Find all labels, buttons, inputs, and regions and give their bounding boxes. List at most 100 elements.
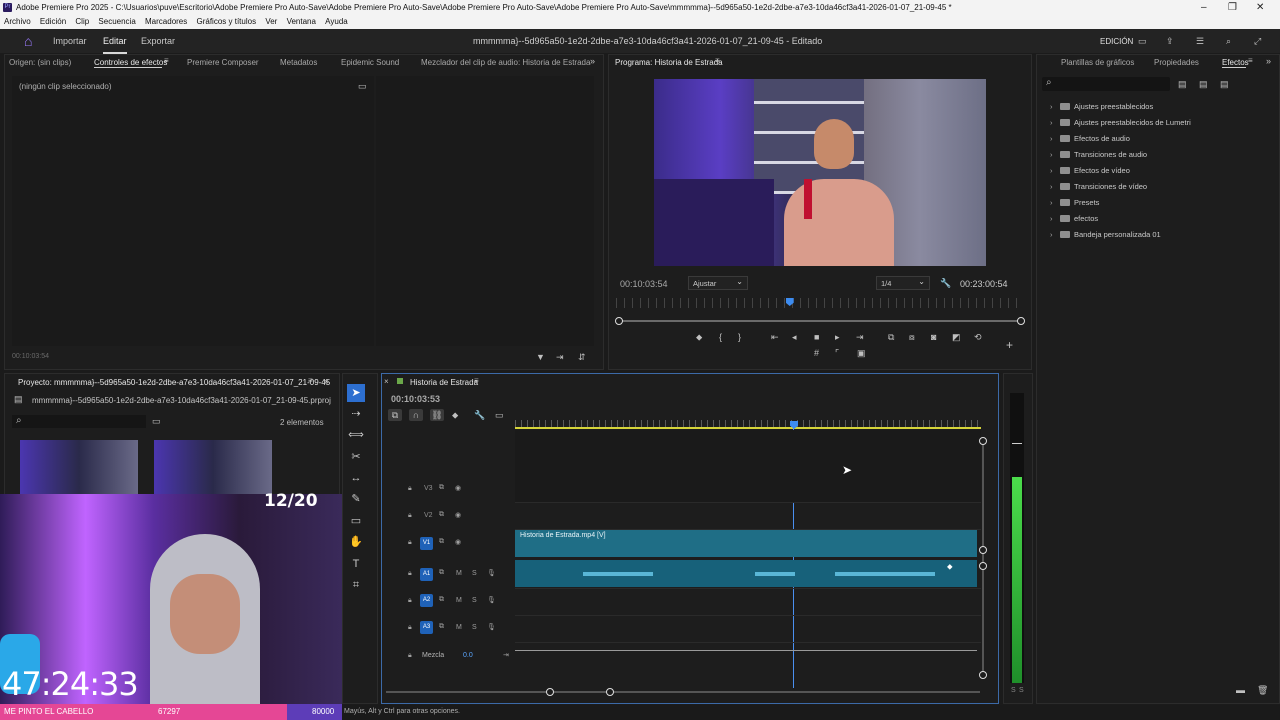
tab-origen[interactable]: Origen: (sin clips)	[9, 58, 71, 67]
home-icon[interactable]: ⌂	[24, 33, 32, 49]
share-icon[interactable]: ⇪	[1166, 35, 1174, 47]
effects-menu-icon[interactable]: ≡	[1248, 55, 1253, 67]
fullscreen-icon[interactable]: ⤢	[1254, 35, 1261, 47]
selection-tool-icon[interactable]: ➤	[347, 384, 365, 402]
snap-icon[interactable]: ∩	[409, 409, 423, 421]
rectangle-tool-icon[interactable]: ▭	[347, 512, 365, 530]
effects-folder-item[interactable]: › efectos	[1050, 214, 1098, 223]
step-back-icon[interactable]: ◂	[792, 331, 797, 343]
tab-exportar[interactable]: Exportar	[141, 36, 175, 46]
minimize-icon[interactable]: –	[1201, 0, 1207, 15]
scroll-handle-top[interactable]	[979, 437, 987, 445]
lock-icon[interactable]: 🔒︎	[408, 597, 412, 605]
hscroll-handle-right[interactable]	[606, 688, 614, 696]
loop-icon[interactable]: ⟲	[974, 331, 982, 343]
slip-tool-icon[interactable]: ↔	[347, 469, 365, 487]
solo-button[interactable]: S	[472, 624, 477, 631]
chevron-right-icon[interactable]: ›	[1050, 182, 1060, 191]
timeline-menu-icon[interactable]: ≡	[474, 375, 479, 387]
mute-button[interactable]: M	[456, 597, 462, 604]
go-to-end-icon[interactable]: ⇥	[503, 651, 509, 659]
tab-epidemic-sound[interactable]: Epidemic Sound	[341, 58, 399, 67]
tab-efectos[interactable]: Efectos	[1222, 58, 1249, 67]
eye-icon[interactable]: ◉	[455, 484, 461, 492]
scroll-handle-bottom[interactable]	[979, 671, 987, 679]
meter-solo-left[interactable]: S	[1011, 687, 1016, 694]
camera-icon[interactable]: ◙	[931, 331, 936, 343]
tab-propiedades[interactable]: Propiedades	[1154, 58, 1199, 67]
new-bin-icon[interactable]: ▭	[152, 415, 161, 427]
sync-icon[interactable]: ⧉	[439, 569, 444, 577]
menu-marcadores[interactable]: Marcadores	[145, 17, 187, 26]
marker-icon[interactable]: ⬥	[696, 331, 702, 343]
project-search-input[interactable]: ⌕	[12, 415, 146, 428]
maximize-icon[interactable]: ❐	[1228, 0, 1237, 15]
tab-premiere-composer[interactable]: Premiere Composer	[187, 58, 259, 67]
crop-icon[interactable]: ⌜	[835, 347, 839, 359]
menu-ayuda[interactable]: Ayuda	[325, 17, 348, 26]
progress-icon[interactable]: ☰	[1196, 35, 1204, 47]
video-tracks-area[interactable]	[515, 430, 981, 502]
panel-toggle-icon[interactable]: ▭	[358, 80, 367, 92]
program-menu-icon[interactable]: ≡	[715, 55, 720, 67]
eye-icon[interactable]: ◉	[455, 538, 461, 546]
track-label-v3[interactable]: V3	[424, 485, 433, 492]
track-select-tool-icon[interactable]: ⇢	[347, 405, 365, 423]
microphone-icon[interactable]: 🎙︎	[487, 596, 496, 604]
lock-icon[interactable]: 🔒︎	[408, 652, 412, 660]
pen-tool-icon[interactable]: ✎	[347, 490, 365, 508]
tab-importar[interactable]: Importar	[53, 36, 87, 46]
hand-tool-icon[interactable]: ✋	[347, 533, 365, 551]
sync-icon[interactable]: ⧉	[439, 484, 444, 492]
close-icon[interactable]: ✕	[1256, 0, 1264, 15]
compare-icon[interactable]: ◩	[952, 331, 961, 343]
lock-icon[interactable]: 🔒︎	[408, 539, 412, 547]
meter-solo-right[interactable]: S	[1019, 687, 1024, 694]
lock-icon[interactable]: 🔒︎	[408, 512, 412, 520]
ripple-edit-tool-icon[interactable]: ⟺	[347, 426, 365, 444]
chevron-right-icon[interactable]: ›	[1050, 166, 1060, 175]
add-marker-icon[interactable]: ⬥	[452, 409, 458, 421]
scroll-handle-middle[interactable]	[979, 546, 987, 554]
chevron-right-icon[interactable]: ›	[1050, 230, 1060, 239]
effects-folder-item[interactable]: › Bandeja personalizada 01	[1050, 230, 1161, 239]
menu-ver[interactable]: Ver	[265, 17, 277, 26]
accelerated-effects-icon[interactable]: ▤	[1178, 78, 1187, 90]
go-to-in-icon[interactable]: ⇤	[771, 331, 779, 343]
program-video-frame[interactable]	[654, 79, 986, 266]
effects-folder-item[interactable]: › Ajustes preestablecidos de Lumetri	[1050, 118, 1191, 127]
chevron-right-icon[interactable]: ›	[1050, 118, 1060, 127]
project-menu-icon[interactable]: ≡	[308, 375, 313, 387]
track-label-a1[interactable]: A1	[420, 568, 433, 581]
sync-icon[interactable]: ⧉	[439, 511, 444, 519]
export-icon[interactable]: ⇥	[556, 351, 564, 363]
menu-secuencia[interactable]: Secuencia	[98, 17, 135, 26]
project-title[interactable]: Proyecto: mmmmma}--5d965a50-1e2d-2dbe-a7…	[18, 378, 330, 387]
audio-clip[interactable]: ⬥	[515, 560, 977, 587]
insert-icon[interactable]: ⧉	[888, 331, 894, 343]
tab-editar[interactable]: Editar	[103, 36, 127, 54]
more-tabs-icon[interactable]: »	[324, 375, 329, 387]
sync-icon[interactable]: ⧉	[439, 596, 444, 604]
more-tabs-icon[interactable]: »	[590, 55, 595, 67]
menu-edicion[interactable]: Edición	[40, 17, 66, 26]
program-ruler[interactable]	[616, 298, 1020, 308]
resolution-dropdown[interactable]: 1/4 ⌄	[876, 276, 930, 290]
search-icon[interactable]: ⌕	[1226, 35, 1231, 47]
lock-icon[interactable]: 🔒︎	[408, 570, 412, 578]
track-label-v1[interactable]: V1	[420, 537, 433, 550]
panel-menu-icon[interactable]: ≡	[164, 55, 169, 67]
chevron-right-icon[interactable]: ›	[1050, 150, 1060, 159]
lock-icon[interactable]: 🔒︎	[408, 624, 412, 632]
tab-controles-efectos[interactable]: Controles de efectos	[94, 58, 167, 67]
more-tabs-icon[interactable]: »	[1266, 55, 1271, 67]
track-label-v2[interactable]: V2	[424, 512, 433, 519]
video-clip[interactable]: Historia de Estrada.mp4 [V]	[515, 530, 977, 557]
sync-icon[interactable]: ⧉	[439, 538, 444, 546]
zoom-handle-right[interactable]	[1017, 317, 1025, 325]
solo-button[interactable]: S	[472, 597, 477, 604]
menu-ventana[interactable]: Ventana	[287, 17, 316, 26]
go-to-out-icon[interactable]: ⇥	[856, 331, 864, 343]
hscroll-handle-left[interactable]	[546, 688, 554, 696]
new-bin-icon[interactable]: ▬	[1236, 684, 1245, 696]
